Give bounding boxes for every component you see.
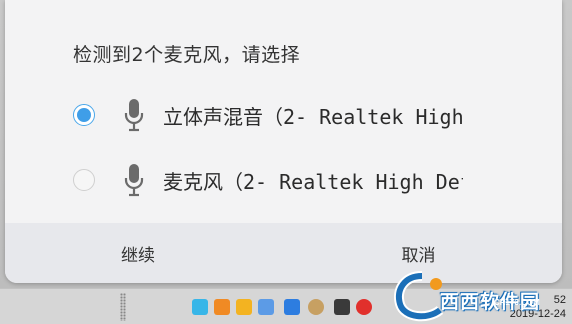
option-label: 立体声混音（2- Realtek High Definition Audio） [163,104,463,129]
taskbar-grip[interactable] [120,293,126,321]
app-icon[interactable] [308,299,324,315]
music-icon[interactable] [356,299,372,315]
shield-icon[interactable] [236,299,252,315]
microphone-icon [121,162,147,198]
watermark-subtext: CR173.COM [494,298,540,307]
tray-app-icon[interactable] [192,299,208,315]
folder-icon[interactable] [214,299,230,315]
microphone-select-dialog: 检测到2个麦克风，请选择 立体声混音（2- Realtek High Defin… [5,0,562,283]
radio-button-selected[interactable] [73,104,95,126]
continue-button[interactable]: 继续 [5,223,282,283]
watermark-logo: 西西软件园 CR173.COM [392,270,562,324]
radio-button-unselected[interactable] [73,169,95,191]
microphone-option-mic[interactable]: 麦克风（2- Realtek High Definition Audio） [73,160,533,200]
microphone-option-stereo-mix[interactable]: 立体声混音（2- Realtek High Definition Audio） [73,95,533,135]
dialog-title: 检测到2个麦克风，请选择 [73,44,301,66]
microphone-icon [121,97,147,133]
cloud-icon[interactable] [258,299,274,315]
option-label: 麦克风（2- Realtek High Definition Audio） [163,169,463,194]
security-icon[interactable] [284,299,300,315]
network-icon[interactable] [334,299,350,315]
